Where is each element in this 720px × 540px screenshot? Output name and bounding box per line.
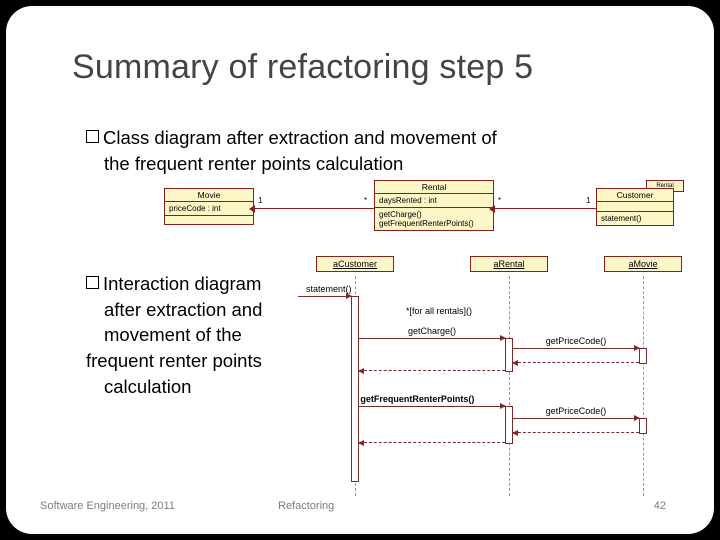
bullet-2-line1: Interaction diagram [103,272,261,296]
assoc-rental-customer [494,208,596,209]
lifeline-movie [643,276,644,496]
slide-title: Summary of refactoring step 5 [72,48,533,87]
class-customer-attr [597,202,673,212]
class-rental-op2: getFrequentRenterPoints() [379,219,489,228]
return-4 [359,442,505,443]
return-2 [359,370,505,371]
activation-rental-2 [505,406,513,444]
class-rental-attr: daysRented : int [375,194,493,208]
class-diagram: Rental Movie priceCode : int Rental days… [164,180,684,260]
msg-getpricecode2: getPriceCode() [513,418,639,419]
footer-page: 42 [654,500,666,512]
bullet-square-icon [86,130,99,143]
class-customer-op1: statement() [601,214,669,223]
activation-customer [351,296,359,482]
footer-left: Software Engineering, 2011 [40,500,175,512]
assoc-movie-rental [254,208,374,209]
arrow-left-icon [512,430,518,436]
mult-star: * [364,196,367,205]
msg-getpricecode1: getPriceCode() [513,348,639,349]
arrow-left-icon [358,368,364,374]
mult-1b: 1 [586,196,590,205]
bullet-square-icon [86,276,99,289]
msg-getcharge-label: getCharge() [408,326,456,336]
msg-getpricecode1-label: getPriceCode() [546,336,607,346]
footer-mid: Refactoring [278,500,334,512]
obj-acustomer: aCustomer [316,256,394,272]
activation-rental-1 [505,338,513,372]
msg-statement: statement() [298,296,351,297]
arrow-left-icon [489,205,495,213]
class-movie: Movie priceCode : int [164,188,254,225]
class-customer: Customer statement() [596,188,674,226]
return-1 [513,362,639,363]
class-rental: Rental daysRented : int getCharge() getF… [374,180,494,231]
arrow-left-icon [358,440,364,446]
bullet-1-line2: the frequent renter points calculation [104,152,664,176]
msg-statement-label: statement() [306,284,352,294]
obj-arental: aRental [470,256,548,272]
class-movie-name: Movie [165,189,253,202]
class-movie-ops [165,216,253,224]
obj-amovie: aMovie [604,256,682,272]
class-customer-ops: statement() [597,212,673,225]
class-movie-attr: priceCode : int [165,202,253,216]
bullet-1: Class diagram after extraction and movem… [86,126,664,175]
bullet-1-line1: Class diagram after extraction and movem… [103,126,497,150]
mult-1: 1 [258,196,262,205]
sequence-diagram: aCustomer aRental aMovie statement() *[f… [298,256,690,496]
msg-gfrp: getFrequentRenterPoints() [359,406,505,407]
msg-getcharge: getCharge() [359,338,505,339]
lifeline-rental [509,276,510,496]
activation-movie-2 [639,418,647,434]
msg-gfrp-label: getFrequentRenterPoints() [360,394,474,404]
arrow-left-icon [512,360,518,366]
loop-note: *[for all rentals]() [406,306,472,316]
class-rental-op1: getCharge() [379,210,489,219]
class-rental-name: Rental [375,181,493,194]
class-customer-name: Customer [597,189,673,202]
msg-getpricecode2-label: getPriceCode() [546,406,607,416]
class-rental-ops: getCharge() getFrequentRenterPoints() [375,208,493,230]
slide-frame: Summary of refactoring step 5 Class diag… [6,6,714,534]
activation-movie-1 [639,348,647,364]
footer: Software Engineering, 2011 Refactoring 4… [40,500,680,512]
mult-star2: * [498,196,501,205]
return-3 [513,432,639,433]
arrow-left-icon [249,205,255,213]
